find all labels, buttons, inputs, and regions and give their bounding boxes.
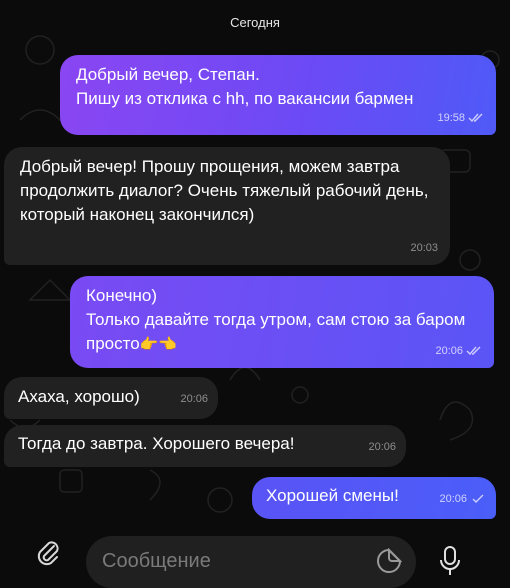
message-time: 20:06 (180, 393, 208, 405)
double-check-icon (466, 346, 481, 356)
double-check-icon (468, 113, 483, 123)
message-input-placeholder: Сообщение (102, 550, 211, 572)
microphone-icon (440, 546, 460, 575)
message-text: Добрый вечер, Степан. Пишу из отклика с … (76, 65, 414, 108)
message-meta: 19:58 (437, 106, 484, 130)
attach-button[interactable] (28, 538, 68, 578)
message-incoming[interactable]: Добрый вечер! Прошу прощения, можем завт… (4, 147, 450, 265)
message-incoming[interactable]: Ахаха, хорошо) 20:06 (4, 377, 218, 419)
message-input[interactable]: Сообщение (86, 536, 416, 588)
message-incoming[interactable]: Тогда до завтра. Хорошего вечера! 20:06 (4, 425, 406, 467)
message-outgoing[interactable]: Конечно) Только давайте тогда утром, сам… (70, 276, 494, 368)
message-meta: 20:06 (435, 339, 482, 363)
message-meta: 20:06 (368, 435, 396, 459)
message-time: 19:58 (437, 112, 465, 124)
message-meta: 20:06 (439, 487, 486, 511)
message-outgoing[interactable]: Добрый вечер, Степан. Пишу из отклика с … (60, 55, 496, 135)
message-time: 20:06 (435, 345, 463, 357)
message-composer: Сообщение (0, 532, 510, 588)
message-time: 20:06 (439, 493, 467, 505)
message-outgoing[interactable]: Хорошей смены! 20:06 (252, 477, 496, 519)
paperclip-icon (37, 541, 59, 566)
sticker-icon[interactable] (376, 548, 402, 574)
voice-record-button[interactable] (428, 536, 472, 580)
message-text: Хорошей смены! (266, 486, 399, 505)
message-time: 20:03 (410, 242, 438, 254)
message-text-wrap: Конечно) Только давайте тогда утром, сам… (86, 284, 480, 357)
message-meta: 20:03 (410, 236, 438, 260)
message-meta: 20:06 (180, 387, 208, 411)
message-text: Добрый вечер! Прошу прощения, можем завт… (20, 157, 429, 224)
message-time: 20:06 (368, 441, 396, 453)
message-text: Тогда до завтра. Хорошего вечера! (18, 434, 295, 453)
date-separator: Сегодня (230, 15, 280, 30)
message-emoji: 👉👈 (139, 336, 178, 353)
single-check-icon (472, 494, 484, 503)
message-text: Ахаха, хорошо) (18, 387, 140, 406)
